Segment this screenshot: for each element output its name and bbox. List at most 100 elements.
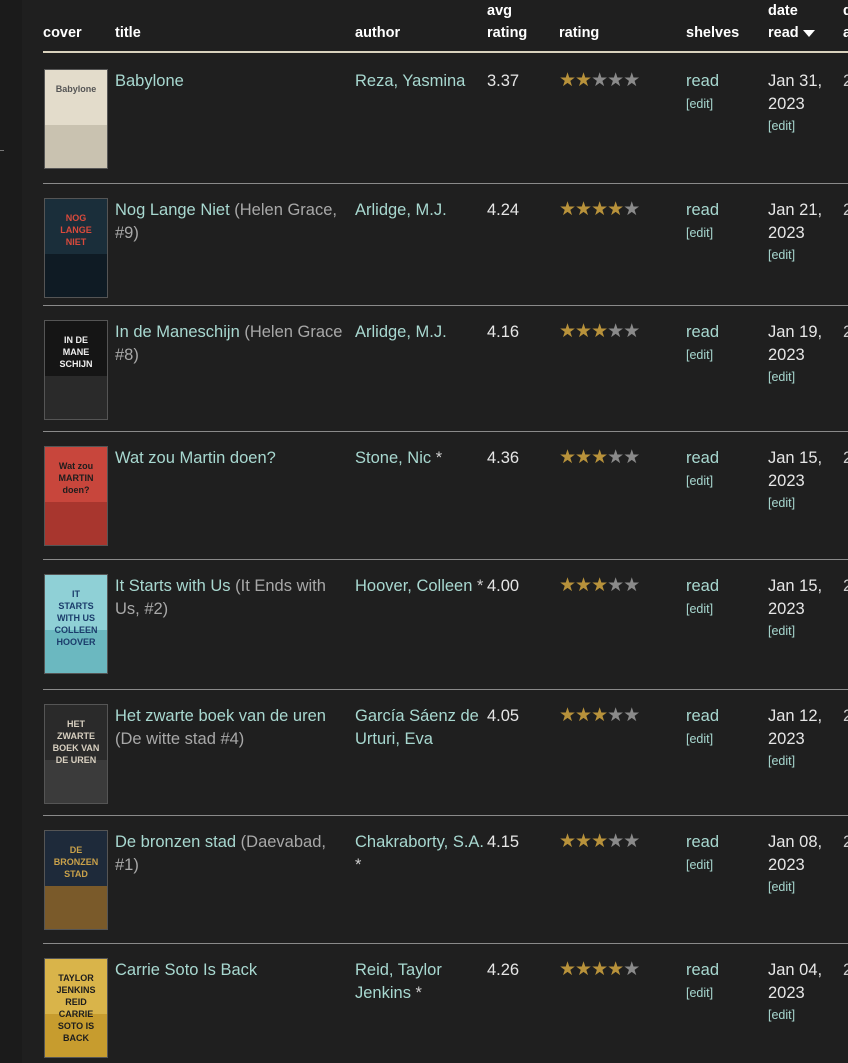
star-icon[interactable]: ★	[591, 959, 608, 980]
star-icon[interactable]: ★	[575, 705, 592, 726]
book-title-link[interactable]: Babylone	[115, 72, 184, 90]
book-title-link[interactable]: De bronzen stad	[115, 833, 236, 851]
shelf-link[interactable]: read	[686, 321, 719, 344]
edit-shelves-link[interactable]: [edit]	[686, 600, 719, 618]
book-cover[interactable]: IT STARTS WITH US COLLEEN HOOVER	[44, 574, 108, 674]
book-title-link[interactable]: Wat zou Martin doen?	[115, 449, 276, 467]
svg-text:DE: DE	[70, 845, 83, 855]
star-icon[interactable]: ★	[607, 705, 624, 726]
star-icon[interactable]: ★	[591, 575, 608, 596]
star-icon[interactable]: ★	[623, 705, 640, 726]
author-link[interactable]: Reid, Taylor Jenkins	[355, 961, 442, 1002]
star-icon[interactable]: ★	[575, 959, 592, 980]
shelf-link[interactable]: read	[686, 447, 719, 470]
star-icon[interactable]: ★	[607, 70, 624, 91]
star-icon[interactable]: ★	[623, 575, 640, 596]
book-title-link[interactable]: Nog Lange Niet	[115, 201, 230, 219]
star-icon[interactable]: ★	[559, 70, 576, 91]
header-shelves[interactable]: shelves	[686, 22, 739, 44]
book-cover[interactable]: TAYLOR JENKINS REID CARRIE SOTO IS BACK	[44, 958, 108, 1058]
star-icon[interactable]: ★	[607, 199, 624, 220]
header-rating[interactable]: rating	[559, 22, 599, 44]
book-title-link[interactable]: It Starts with Us	[115, 577, 231, 595]
book-cover[interactable]: NOG LANGE NIET	[44, 198, 108, 298]
star-icon[interactable]: ★	[591, 321, 608, 342]
book-cover[interactable]: Babylone	[44, 69, 108, 169]
edit-shelves-link[interactable]: [edit]	[686, 472, 719, 490]
shelf-link[interactable]: read	[686, 831, 719, 854]
book-cover[interactable]: DE BRONZEN STAD	[44, 830, 108, 930]
shelf-link[interactable]: read	[686, 575, 719, 598]
star-icon[interactable]: ★	[607, 831, 624, 852]
book-cover[interactable]: Wat zou MARTIN doen?	[44, 446, 108, 546]
author-link[interactable]: Stone, Nic	[355, 449, 431, 467]
star-icon[interactable]: ★	[607, 959, 624, 980]
star-icon[interactable]: ★	[623, 959, 640, 980]
user-rating-stars: ★★★★★	[559, 198, 640, 221]
star-icon[interactable]: ★	[575, 575, 592, 596]
edit-date-link[interactable]: [edit]	[768, 246, 840, 264]
star-icon[interactable]: ★	[575, 321, 592, 342]
book-cover[interactable]: HET ZWARTE BOEK VAN DE UREN	[44, 704, 108, 804]
star-icon[interactable]: ★	[623, 321, 640, 342]
star-icon[interactable]: ★	[607, 321, 624, 342]
edit-date-link[interactable]: [edit]	[768, 752, 840, 770]
book-cover-art: IN DE MANE SCHIJN	[45, 321, 107, 419]
book-title-link[interactable]: In de Maneschijn	[115, 323, 240, 341]
book-title-link[interactable]: Het zwarte boek van de uren	[115, 707, 326, 725]
shelf-link[interactable]: read	[686, 959, 719, 982]
star-icon[interactable]: ★	[607, 447, 624, 468]
star-icon[interactable]: ★	[591, 705, 608, 726]
book-cover[interactable]: IN DE MANE SCHIJN	[44, 320, 108, 420]
star-icon[interactable]: ★	[591, 70, 608, 91]
star-icon[interactable]: ★	[623, 70, 640, 91]
shelf-link[interactable]: read	[686, 705, 719, 728]
edit-shelves-link[interactable]: [edit]	[686, 730, 719, 748]
star-icon[interactable]: ★	[559, 575, 576, 596]
edit-date-link[interactable]: [edit]	[768, 494, 840, 512]
author-link[interactable]: Hoover, Colleen	[355, 577, 472, 595]
author-link[interactable]: Chakraborty, S.A.	[355, 833, 484, 851]
star-icon[interactable]: ★	[591, 831, 608, 852]
star-icon[interactable]: ★	[575, 831, 592, 852]
star-icon[interactable]: ★	[623, 199, 640, 220]
star-icon[interactable]: ★	[559, 199, 576, 220]
author-link[interactable]: Arlidge, M.J.	[355, 201, 447, 219]
header-avg-rating[interactable]: avg rating	[487, 0, 527, 44]
date-read-line2: 2023	[768, 730, 805, 748]
star-icon[interactable]: ★	[623, 831, 640, 852]
author-link[interactable]: Arlidge, M.J.	[355, 323, 447, 341]
star-icon[interactable]: ★	[607, 575, 624, 596]
author-link[interactable]: Reza, Yasmina	[355, 72, 465, 90]
star-icon[interactable]: ★	[575, 447, 592, 468]
star-icon[interactable]: ★	[559, 705, 576, 726]
edit-shelves-link[interactable]: [edit]	[686, 856, 719, 874]
edit-date-link[interactable]: [edit]	[768, 622, 840, 640]
header-date-read[interactable]: date read	[768, 0, 815, 44]
edit-shelves-link[interactable]: [edit]	[686, 95, 719, 113]
edit-date-link[interactable]: [edit]	[768, 1006, 840, 1024]
sort-desc-icon[interactable]	[802, 29, 815, 37]
svg-text:SOTO IS: SOTO IS	[58, 1021, 94, 1031]
star-icon[interactable]: ★	[623, 447, 640, 468]
star-icon[interactable]: ★	[559, 959, 576, 980]
star-icon[interactable]: ★	[591, 447, 608, 468]
star-icon[interactable]: ★	[591, 199, 608, 220]
shelf-link[interactable]: read	[686, 70, 719, 93]
header-author[interactable]: author	[355, 22, 400, 44]
author-link[interactable]: García Sáenz de Urturi, Eva	[355, 707, 479, 748]
edit-date-link[interactable]: [edit]	[768, 368, 840, 386]
shelf-link[interactable]: read	[686, 199, 719, 222]
edit-shelves-link[interactable]: [edit]	[686, 224, 719, 242]
header-title[interactable]: title	[115, 22, 141, 44]
edit-shelves-link[interactable]: [edit]	[686, 984, 719, 1002]
edit-shelves-link[interactable]: [edit]	[686, 346, 719, 364]
star-icon[interactable]: ★	[559, 447, 576, 468]
star-icon[interactable]: ★	[559, 831, 576, 852]
star-icon[interactable]: ★	[575, 70, 592, 91]
star-icon[interactable]: ★	[575, 199, 592, 220]
edit-date-link[interactable]: [edit]	[768, 117, 840, 135]
edit-date-link[interactable]: [edit]	[768, 878, 840, 896]
book-title-link[interactable]: Carrie Soto Is Back	[115, 961, 257, 979]
star-icon[interactable]: ★	[559, 321, 576, 342]
